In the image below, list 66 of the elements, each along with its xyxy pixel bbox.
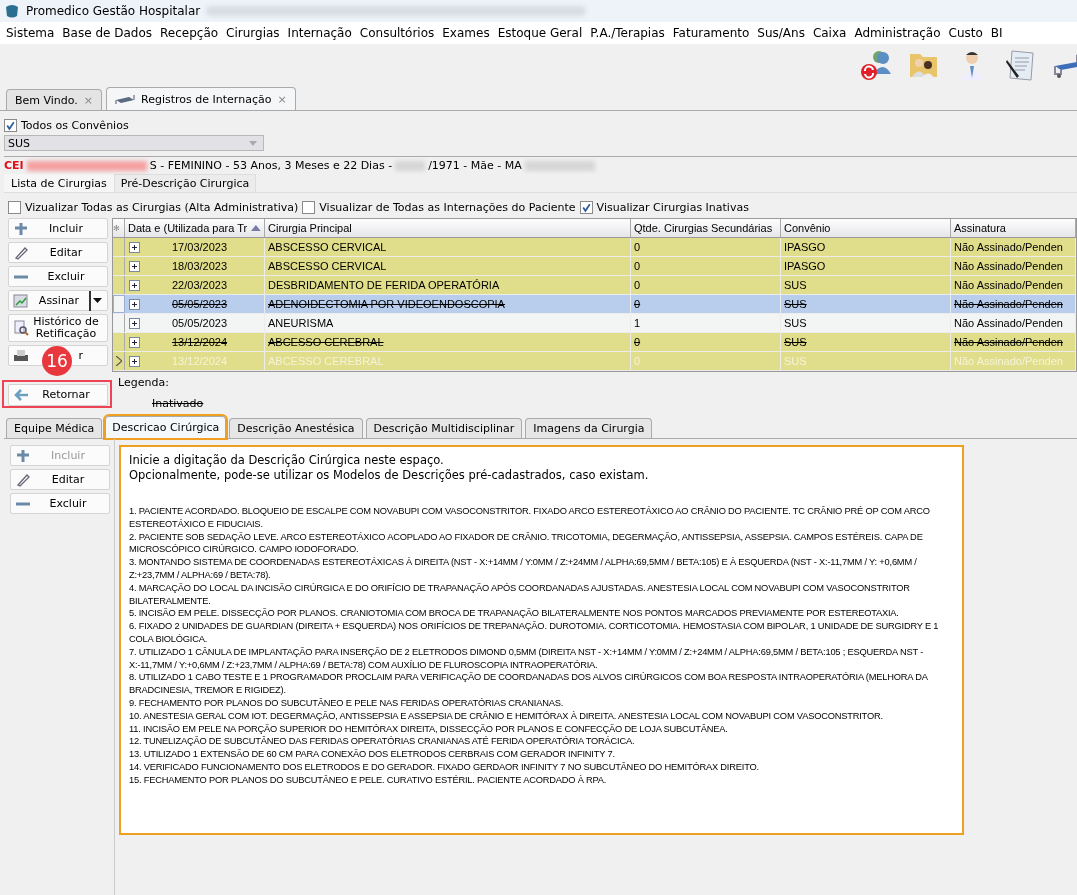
- table-cell: 0: [631, 257, 781, 275]
- description-paragraph: 10. ANESTESIA GERAL COM IOT. DEGERMAÇÃO, ANTISSEPSIA E ASSEPSIA DE CRÂNIO E HEMITÓRAX À DIREITA. ANESTESIA LOCAL COM NOVABUPI COM VASOCONSTRITOR.: [129, 709, 884, 723]
- checkbox-label: Todos os Convênios: [21, 119, 129, 132]
- description-paragraph: 11. INCISÃO EM PELE NA PORÇÃO SUPERIOR DO HEMITÓRAX DIREITA, DISSECÇÃO POR PLANOS E CONFECÇÃO DE LOJA SUBCUTÂNEA.: [129, 722, 729, 736]
- table-cell: 05/05/2023: [172, 298, 228, 310]
- description-paragraph: 2. PACIENTE SOB SEDAÇÃO LEVE. ARCO ESTEREOTÁXICO ACOPLADO AO FIXADOR DE CRÂNIO. TRICOTOMIA, DEGERMAÇÃO, ANTISSEPSIA, ASSEPSIA. CAMPOS ESTÉREIS. CAPA DE MICROSCÓPICO CIRÚRGICO. CAMPO IODOFORADO.: [129, 530, 924, 557]
- table-cell: DESBRIDAMENTO DE FERIDA OPERATÓRIA: [265, 276, 631, 294]
- description-paragraph: 13. UTILIZADO 1 EXTENSÃO DE 60 CM PARA CONEXÃO DOS ELETRODOS CERBRAIS COM GERADOR INFINITY 7.: [129, 748, 616, 761]
- table-cell: SUS: [781, 352, 951, 370]
- tab-label: Registros de Internação: [141, 92, 272, 106]
- description-paragraph: 7. UTILIZADO 1 CÂNULA DE IMPLANTAÇÃO PARA INSERÇÃO DE 2 ELETRODOS DIMOND 0,5MM (DIREITA NST - X:+14MM / Y:0MM / Z:+24MM / ALPHA:69,5MM / BETA:105 ; ESQUERDA NST - X:-11,7MM / Y:+0,6MM / Z:+23,7MM / ALPHA:69 / BETA:78) COM AUXÍLIO DE FLUROSCOPIA INTRAOPERATÓRIA.: [129, 645, 925, 672]
- patient-info: S - FEMININO - 53 Anos, 3 Meses e 22 Dias -: [149, 159, 393, 172]
- legend-title: Legenda:: [118, 376, 170, 389]
- header-cell: ✻: [113, 219, 125, 237]
- table-cell: SUS: [781, 295, 951, 313]
- description-paragraph: 14. VERIFICADO FUNCIONAMENTO DOS ELETRODOS E DO GERADOR. FIXADO GERDAOR INFINITY 7 NO SUBCUTÂNEO DO HEMITÓRAX DIREITO.: [129, 760, 760, 774]
- tab-label: Bem Vindo.: [15, 93, 78, 107]
- table-cell: 0: [631, 238, 781, 256]
- table-cell: 17/03/2023: [172, 241, 228, 253]
- table-cell: SUS: [781, 314, 951, 332]
- table-cell: 05/05/2023: [172, 317, 228, 329]
- description-paragraph: 15. FECHAMENTO POR PLANOS DO SUBCUTÂNEO E PELE. CURATIVO ESTÉRIL. PACIENTE ACORDADO À RPA.: [129, 773, 608, 787]
- table-cell: Não Assinado/Penden: [951, 257, 1076, 275]
- table-cell: 0: [631, 352, 781, 370]
- window-title: Promedico Gestão Hospitalar: [26, 4, 201, 18]
- table-cell: ABSCESSO CERVICAL: [265, 238, 631, 256]
- legend-item: Inativado: [152, 397, 204, 410]
- table-cell: Não Assinado/Penden: [951, 314, 1076, 332]
- table-cell: ABCESSO CEREBRAL: [265, 333, 631, 351]
- table-cell: Não Assinado/Penden: [951, 295, 1076, 313]
- table-cell: 0: [631, 295, 781, 313]
- table-cell: ADENOIDECTOMIA POR VIDEOENDOSCOPIA: [265, 295, 631, 313]
- checkbox-label: Visualizar Cirurgias Inativas: [596, 201, 749, 214]
- checkbox-label: Vizualizar Todas as Cirurgias (Alta Administrativa): [25, 201, 299, 214]
- instruction-text: Opcionalmente, pode-se utilizar os Modelos de Descrições pré-cadastrados, caso existam.: [129, 468, 650, 483]
- description-paragraph: 3. MONTANDO SISTEMA DE COORDENADAS ESTEREOTÁXICAS À DIREITA (NST - X:+14MM / Y:0MM / Z:+24MM / ALPHA:69,5MM / BETA:105) E À ESQUERDA (NST - X:-11,7MM / Y: +0,6MM / Z:+23,7MM / ALPHA:69 / BETA:78).: [129, 556, 918, 582]
- table-cell: 0: [631, 333, 781, 351]
- description-paragraph: 8. UTILIZADO 1 CABO TESTE E 1 PROGRAMADOR PROCLAIM PARA VERIFICAÇÃO DE COORDANADAS DOS ALVOS CIRÚRGICOS COM BOA RESPOSTA INTRAOPERATÓRIA (MELHORA DA BRADCINESIA, TREMOR E RIGIDEZ).: [129, 671, 929, 697]
- instruction-text: Inicie a digitação da Descrição Cirúrgica neste espaço.: [129, 453, 445, 468]
- table-cell: IPASGO: [781, 257, 951, 275]
- table-cell: 18/03/2023: [172, 260, 228, 272]
- table-cell: Não Assinado/Penden: [951, 333, 1076, 351]
- table-cell: 1: [631, 314, 781, 332]
- table-cell: 0: [631, 276, 781, 294]
- table-cell: ABCESSO CEREBRAL: [265, 352, 631, 370]
- table-cell: Não Assinado/Penden: [951, 238, 1076, 256]
- patient-info: /1971 - Mãe - MA: [428, 159, 522, 172]
- table-cell: ANEURISMA: [265, 314, 631, 332]
- table-cell: 13/12/2024: [172, 336, 228, 348]
- description-paragraph: 4. MARCAÇÃO DO LOCAL DA INCISÃO CIRÚRGICA E DO ORIFÍCIO DE TRAPANAÇÃO APÓS COORDANADAS AJUSTADAS. ANESTESIA LOCAL COM NOVABUPI COM VASOCONSTRITOR BILATERALMENTE.: [129, 581, 911, 608]
- patient-name: CEI: [4, 159, 24, 172]
- table-cell: SUS: [781, 333, 951, 351]
- table-cell: 13/12/2024: [172, 355, 228, 367]
- description-paragraph: 12. TUNELIZAÇÃO DE SUBCUTÂNEO DAS FERIDAS OPERATÓRIAS CRANIANAS ATÉ FERIDA OPERATÓRIA TORÁCICA.: [129, 735, 636, 749]
- description-paragraph: 1. PACIENTE ACORDADO. BLOQUEIO DE ESCALPE COM NOVABUPI COM VASOCONSTRITOR. FIXADO ARCO ESTEREOTÁXICO AO CRÂNIO DO PACIENTE. TC CRÂNIO PRÉ OP COM ARCO ESTEREOTÁXICO E FIDUCIAIS.: [129, 505, 931, 531]
- table-cell: Não Assinado/Penden: [951, 352, 1076, 370]
- table-cell: 22/03/2023: [172, 279, 228, 291]
- table-cell: SUS: [781, 276, 951, 294]
- description-paragraph: 9. FECHAMENTO POR PLANOS DO SUBCUTÂNEO E PELE NAS FERIDAS OPERATÓRIAS CRANIANAS.: [129, 696, 565, 710]
- table-cell: IPASGO: [781, 238, 951, 256]
- description-paragraph: 5. INCISÃO EM PELE. DISSECÇÃO POR PLANOS. CRANIOTOMIA COM BROCA DE TRAPANAÇÃO BILATERALMENTE NOS PONTOS MARCADOS PREVIAMENTE POR ESTEREOTAXIA.: [129, 607, 900, 621]
- table-cell: ABSCESSO CERVICAL: [265, 257, 631, 275]
- checkbox-label: Visualizar de Todas as Internações do Paciente: [319, 201, 576, 214]
- step-callout-tooltip: 16: [42, 346, 72, 376]
- table-cell: Não Assinado/Penden: [951, 276, 1076, 294]
- description-paragraph: 6. FIXADO 2 UNIDADES DE GUARDIAN (DIREITA + ESQUERDA) NOS ORIFÍCIOS DE TREPANAÇÃO. DUROTOMIA. CORTICOTOMIA. HEMOSTASIA COM BIPOLAR, 1 UNIDADE DE SURGIDRY E 1 COLA BIOLÓGICA.: [129, 620, 940, 646]
